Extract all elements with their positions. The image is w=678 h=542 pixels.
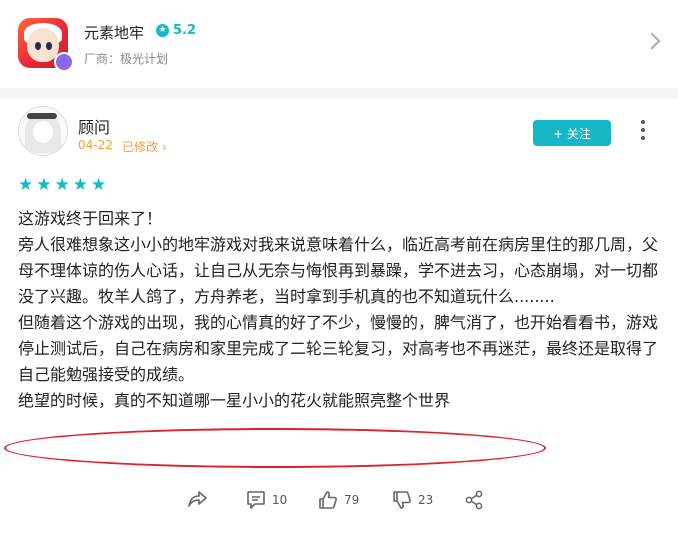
avatar-bow [27,113,57,119]
comment-button[interactable]: 10 [246,490,287,510]
review-paragraph: 绝望的时候，真的不知道哪一星小小的花火就能照亮整个世界 [18,391,451,410]
app-badge-icon [54,52,74,72]
highlight-annotation [4,428,546,468]
edited-label: 已修改 [122,140,159,154]
like-count: 79 [344,493,360,507]
edited-link[interactable]: 已修改 › [122,138,167,155]
chevron-small-icon: › [158,140,167,154]
star-icon: ★ [91,175,107,195]
star-icon: ★ [36,175,52,195]
action-bar: 10 79 23 [0,482,678,522]
comment-icon [247,491,265,509]
chevron-right-icon[interactable] [643,32,661,50]
user-name[interactable]: 顾问 [78,114,110,138]
more-share-button[interactable] [464,490,484,510]
post-date: 04-22 [78,138,113,152]
rating-stars: ★ ★ ★ ★ ★ [18,176,109,194]
app-header[interactable]: 元素地牢 ★ 5.2 厂商：极光计划 [0,0,678,88]
app-icon-eye-left [35,42,41,50]
avatar-face [33,121,53,143]
app-rating: ★ 5.2 [156,23,196,38]
network-share-icon [465,490,483,510]
thumbs-down-icon [393,491,411,509]
more-options-icon[interactable] [640,120,646,144]
section-divider [0,88,678,98]
follow-button[interactable]: + 关注 [533,120,611,146]
review-paragraph: 但随着这个游戏的出现，我的心情真的好了不少，慢慢的，脾气消了，也开始看看书，游戏… [18,313,659,384]
share-button[interactable] [188,490,208,508]
review-paragraph: 旁人很难想象这小小的地牢游戏对我来说意味着什么，临近高考前在病房里住的那几周，父… [18,235,659,306]
share-icon [188,491,207,507]
star-icon: ★ [54,175,70,195]
dislike-count: 23 [418,493,434,507]
review-paragraph: 这游戏终于回来了！ [18,209,163,228]
app-name: 元素地牢 [84,24,145,42]
rating-star-icon: ★ [156,24,169,37]
thumbs-up-icon [319,491,337,509]
avatar[interactable] [18,106,68,156]
like-button[interactable]: 79 [318,490,359,510]
star-icon: ★ [72,175,88,195]
dislike-button[interactable]: 23 [392,490,433,510]
comment-count: 10 [272,493,288,507]
star-icon: ★ [18,175,34,195]
app-maker: 厂商：极光计划 [84,52,169,66]
review-body: 这游戏终于回来了！ 旁人很难想象这小小的地牢游戏对我来说意味着什么，临近高考前在… [18,206,658,414]
rating-value: 5.2 [173,23,197,38]
app-icon-eye-right [46,42,52,50]
